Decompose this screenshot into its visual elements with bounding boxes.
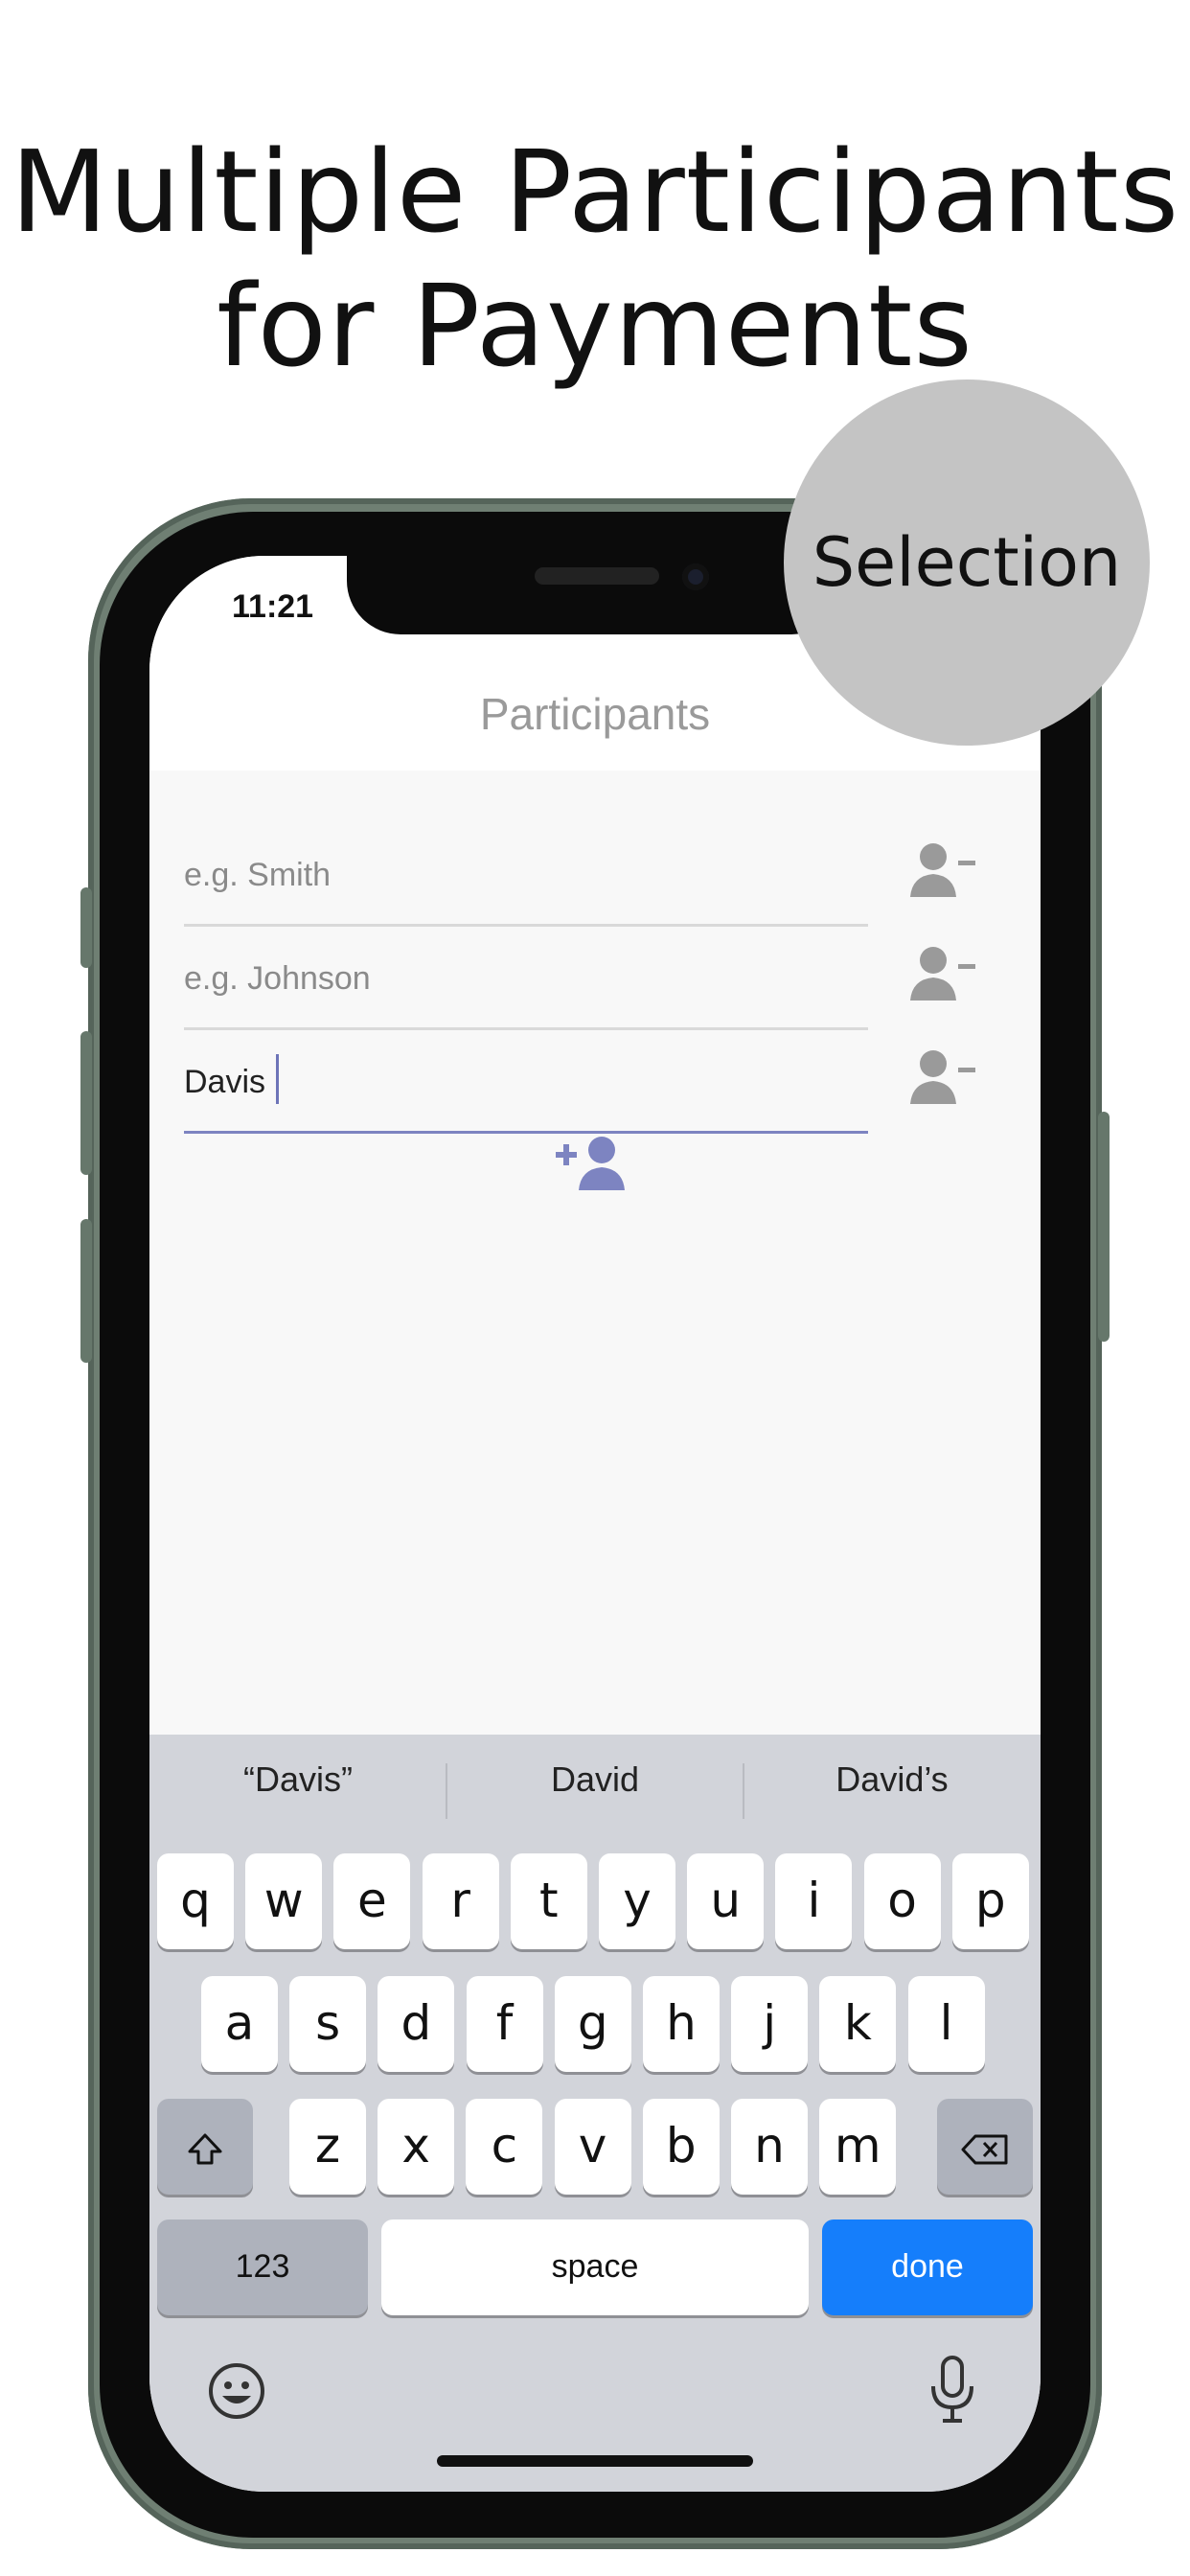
key-c[interactable]: c xyxy=(466,2099,543,2195)
key-u[interactable]: u xyxy=(687,1853,765,1949)
person-remove-icon xyxy=(910,947,975,1000)
speaker-grille xyxy=(535,567,659,585)
phone-screen: 11:21 Participants e.g. Smith e.g. Johns… xyxy=(149,556,1041,2492)
key-o[interactable]: o xyxy=(863,1853,941,1949)
emoji-button[interactable] xyxy=(203,2358,270,2425)
status-time: 11:21 xyxy=(232,588,314,625)
done-key[interactable]: done xyxy=(822,2220,1033,2315)
numbers-key[interactable]: 123 xyxy=(157,2220,368,2315)
participant-input-3[interactable] xyxy=(184,1058,855,1106)
home-indicator[interactable] xyxy=(437,2455,753,2467)
key-l[interactable]: l xyxy=(907,1976,985,2072)
side-button-power xyxy=(1098,1112,1110,1342)
person-remove-icon xyxy=(910,1050,975,1104)
backspace-icon xyxy=(961,2134,1008,2164)
participant-input-1[interactable] xyxy=(184,851,855,899)
key-r[interactable]: r xyxy=(422,1853,499,1949)
headline-line-2: for Payments xyxy=(217,260,973,392)
participant-field-3[interactable] xyxy=(184,1031,868,1134)
key-w[interactable]: w xyxy=(245,1853,323,1949)
key-b[interactable]: b xyxy=(642,2099,720,2195)
participant-input-2[interactable] xyxy=(184,954,855,1002)
person-remove-icon xyxy=(910,843,975,897)
microphone-button[interactable] xyxy=(924,2352,981,2428)
remove-participant-button-1[interactable] xyxy=(906,834,983,910)
space-key[interactable]: space xyxy=(381,2220,809,2315)
headline-line-1: Multiple Participants xyxy=(10,126,1180,258)
key-h[interactable]: h xyxy=(643,1976,720,2072)
key-i[interactable]: i xyxy=(775,1853,853,1949)
key-f[interactable]: f xyxy=(466,1976,543,2072)
key-k[interactable]: k xyxy=(819,1976,897,2072)
participant-field-2[interactable] xyxy=(184,928,868,1030)
emoji-icon xyxy=(209,2363,264,2419)
remove-participant-button-2[interactable] xyxy=(906,937,983,1014)
side-button-volume-up xyxy=(80,1031,92,1175)
key-e[interactable]: e xyxy=(333,1853,411,1949)
shift-key[interactable] xyxy=(157,2099,253,2195)
key-p[interactable]: p xyxy=(951,1853,1029,1949)
key-t[interactable]: t xyxy=(510,1853,587,1949)
keyboard: “Davis” David David’s qwertyuiop asdfghj… xyxy=(149,1735,1041,2492)
headline: Multiple Participants for Payments xyxy=(0,125,1190,393)
key-m[interactable]: m xyxy=(819,2099,897,2195)
add-participant-button[interactable] xyxy=(552,1131,638,1208)
key-y[interactable]: y xyxy=(599,1853,675,1949)
suggestion-1[interactable]: “Davis” xyxy=(149,1760,446,1800)
person-add-icon xyxy=(556,1137,625,1190)
front-camera xyxy=(682,564,709,590)
key-d[interactable]: d xyxy=(378,1976,455,2072)
key-s[interactable]: s xyxy=(289,1976,367,2072)
key-n[interactable]: n xyxy=(731,2099,808,2195)
suggestion-3[interactable]: David’s xyxy=(744,1760,1041,1800)
participant-field-1[interactable] xyxy=(184,824,868,927)
selection-badge: Selection xyxy=(784,380,1150,746)
microphone-icon xyxy=(931,2356,973,2423)
key-v[interactable]: v xyxy=(554,2099,631,2195)
key-x[interactable]: x xyxy=(378,2099,455,2195)
key-q[interactable]: q xyxy=(157,1853,234,1949)
suggestion-bar: “Davis” David David’s xyxy=(149,1735,1041,1850)
text-caret xyxy=(276,1054,279,1104)
shift-icon xyxy=(188,2133,222,2164)
notch xyxy=(347,556,845,634)
side-button-volume-down xyxy=(80,1219,92,1363)
key-a[interactable]: a xyxy=(201,1976,278,2072)
remove-participant-button-3[interactable] xyxy=(906,1041,983,1117)
delete-key[interactable] xyxy=(937,2099,1033,2195)
key-z[interactable]: z xyxy=(289,2099,366,2195)
key-j[interactable]: j xyxy=(731,1976,809,2072)
key-g[interactable]: g xyxy=(554,1976,631,2072)
side-button-silent xyxy=(80,887,92,968)
suggestion-2[interactable]: David xyxy=(446,1760,744,1800)
